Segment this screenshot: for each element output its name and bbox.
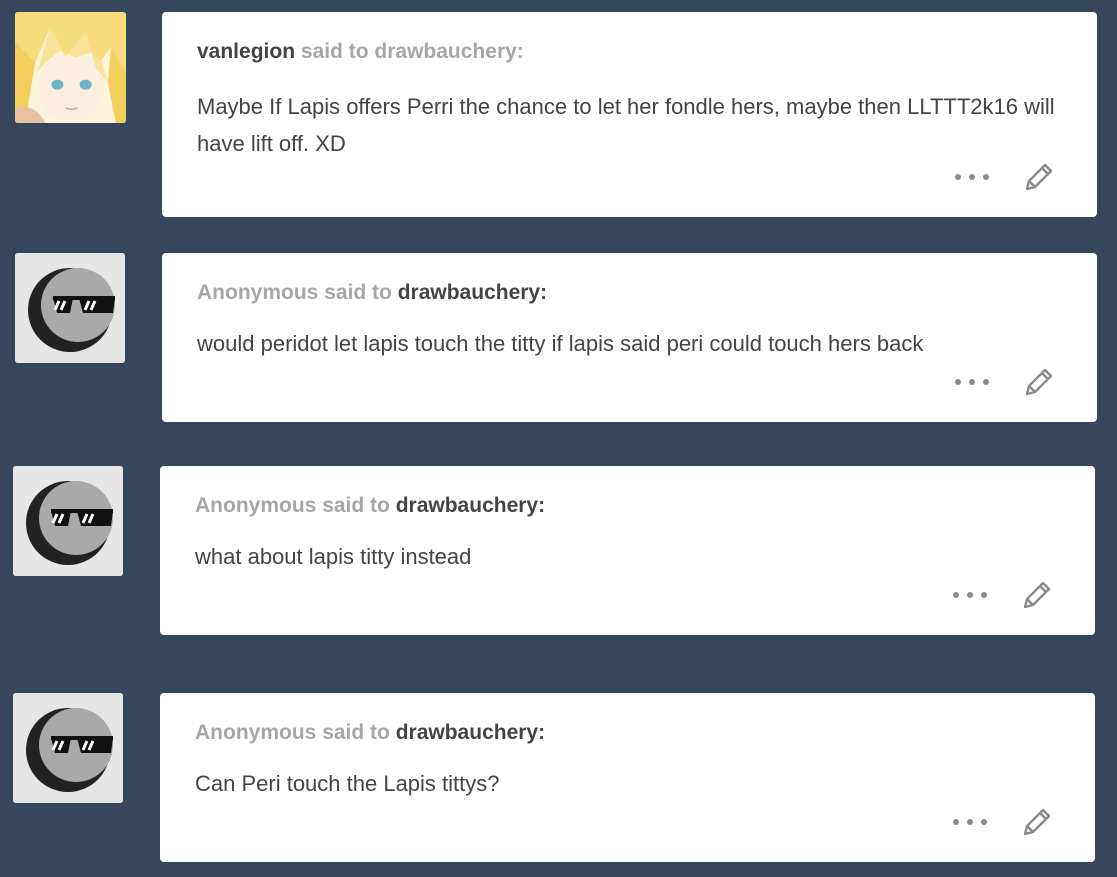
said-to-label: said to (300, 40, 369, 63)
more-options-icon[interactable] (955, 377, 989, 387)
ask-card: vanlegion said to drawbauchery: Maybe If… (162, 12, 1097, 217)
anime-avatar-icon (15, 12, 126, 123)
edit-pencil-icon[interactable] (1019, 577, 1055, 613)
ask-header: Anonymous said to drawbauchery: (195, 494, 546, 517)
edit-pencil-icon[interactable] (1019, 804, 1055, 840)
avatar[interactable] (13, 693, 123, 803)
avatar[interactable] (15, 253, 125, 363)
edit-pencil-icon[interactable] (1021, 364, 1057, 400)
more-options-icon[interactable] (953, 590, 987, 600)
said-to-label: said to (322, 721, 390, 744)
said-to-label: said to (322, 494, 390, 517)
avatar[interactable] (13, 466, 123, 576)
ask-card: Anonymous said to drawbauchery: would pe… (162, 253, 1097, 422)
anonymous-sunglasses-icon (13, 693, 123, 803)
more-options-icon[interactable] (953, 817, 987, 827)
ask-message: Can Peri touch the Lapis tittys? (195, 771, 500, 796)
avatar[interactable] (15, 12, 126, 123)
ask-header: Anonymous said to drawbauchery: (195, 721, 546, 744)
recipient-name[interactable]: drawbauchery (374, 40, 516, 63)
ask-message: Maybe If Lapis offers Perri the chance t… (197, 94, 1055, 156)
ask-message: would peridot let lapis touch the titty … (197, 331, 924, 356)
ask-header: Anonymous said to drawbauchery: (197, 281, 548, 304)
said-to-label: said to (324, 281, 392, 304)
edit-pencil-icon[interactable] (1021, 159, 1057, 195)
post-controls (955, 364, 1057, 400)
sender-name[interactable]: vanlegion (197, 40, 295, 63)
recipient-name[interactable]: drawbauchery (398, 281, 540, 304)
anonymous-sunglasses-icon (15, 253, 125, 363)
post-controls (953, 577, 1055, 613)
sender-name: Anonymous (195, 721, 317, 744)
recipient-name[interactable]: drawbauchery (396, 494, 538, 517)
ask-card: Anonymous said to drawbauchery: Can Peri… (160, 693, 1095, 862)
ask-message: what about lapis titty instead (195, 544, 472, 569)
ask-card: Anonymous said to drawbauchery: what abo… (160, 466, 1095, 635)
post-controls (953, 804, 1055, 840)
anonymous-sunglasses-icon (13, 466, 123, 576)
post-controls (955, 159, 1057, 195)
ask-header: vanlegion said to drawbauchery: (197, 40, 524, 63)
recipient-name[interactable]: drawbauchery (396, 721, 538, 744)
sender-name: Anonymous (195, 494, 317, 517)
sender-name: Anonymous (197, 281, 319, 304)
more-options-icon[interactable] (955, 172, 989, 182)
